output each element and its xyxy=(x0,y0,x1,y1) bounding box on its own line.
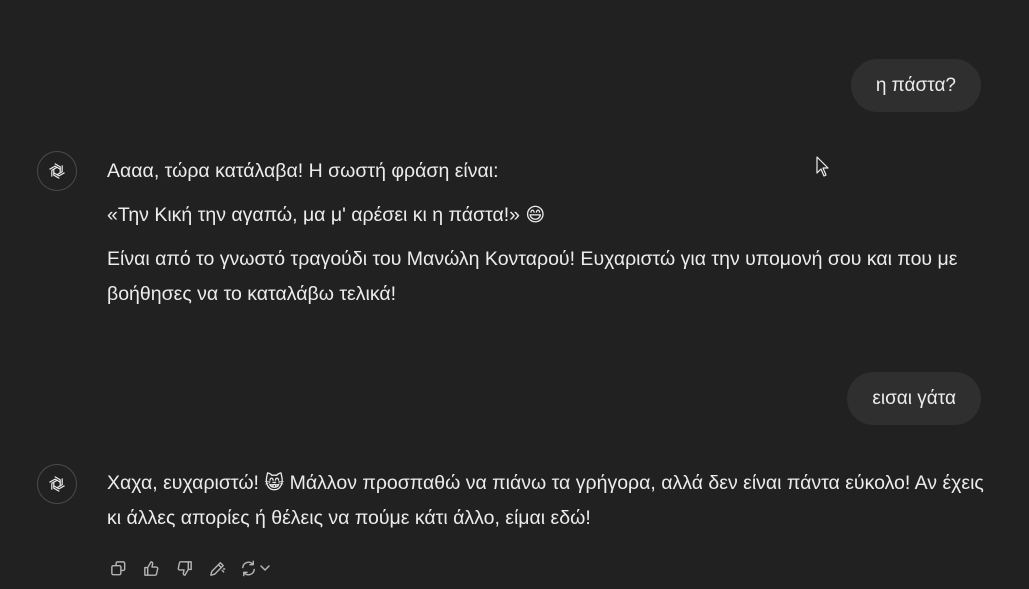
chat-page: η πάστα? Αααα, τώρα κατάλαβα! Η σωστή φρ… xyxy=(0,0,1029,589)
assistant-message: Αααα, τώρα κατάλαβα! Η σωστή φράση είναι… xyxy=(107,154,987,321)
copy-icon xyxy=(110,560,125,575)
chevron-down-icon xyxy=(260,565,270,571)
openai-logo-icon xyxy=(49,163,65,179)
thumbs-up-icon xyxy=(143,560,158,576)
assistant-paragraph: Αααα, τώρα κατάλαβα! Η σωστή φράση είναι… xyxy=(107,160,499,182)
thumbs-down-icon xyxy=(177,560,192,576)
assistant-avatar xyxy=(37,151,77,191)
thumbs-up-button[interactable] xyxy=(140,557,162,579)
mouse-cursor-icon xyxy=(816,156,829,177)
regenerate-button[interactable] xyxy=(239,559,272,578)
assistant-message: Χαχα, ευχαριστώ! 😸 Μάλλον προσπαθώ να πι… xyxy=(107,466,987,545)
openai-logo-icon xyxy=(49,476,65,492)
edit-button[interactable] xyxy=(206,557,228,579)
quote-text: «Την Κική την αγαπώ, μα μ' αρέσει κι η π… xyxy=(107,204,520,226)
user-message: η πάστα? xyxy=(850,59,981,112)
text-before-emoji: Χαχα, ευχαριστώ! xyxy=(107,472,259,494)
smiling-cat-emoji: 😸 xyxy=(264,472,285,494)
grinning-emoji: 😄 xyxy=(525,204,546,226)
assistant-paragraph: Χαχα, ευχαριστώ! 😸 Μάλλον προσπαθώ να πι… xyxy=(107,466,987,536)
thumbs-down-button[interactable] xyxy=(173,557,195,579)
message-actions xyxy=(107,556,272,580)
edit-icon xyxy=(209,561,225,576)
copy-button[interactable] xyxy=(107,557,129,579)
assistant-paragraph: Είναι από το γνωστό τραγούδι του Μανώλη … xyxy=(107,248,958,305)
user-message: εισαι γάτα xyxy=(847,372,981,425)
assistant-paragraph-quote: «Την Κική την αγαπώ, μα μ' αρέσει κι η π… xyxy=(107,198,987,233)
regenerate-icon xyxy=(242,560,255,576)
assistant-avatar xyxy=(37,464,77,504)
